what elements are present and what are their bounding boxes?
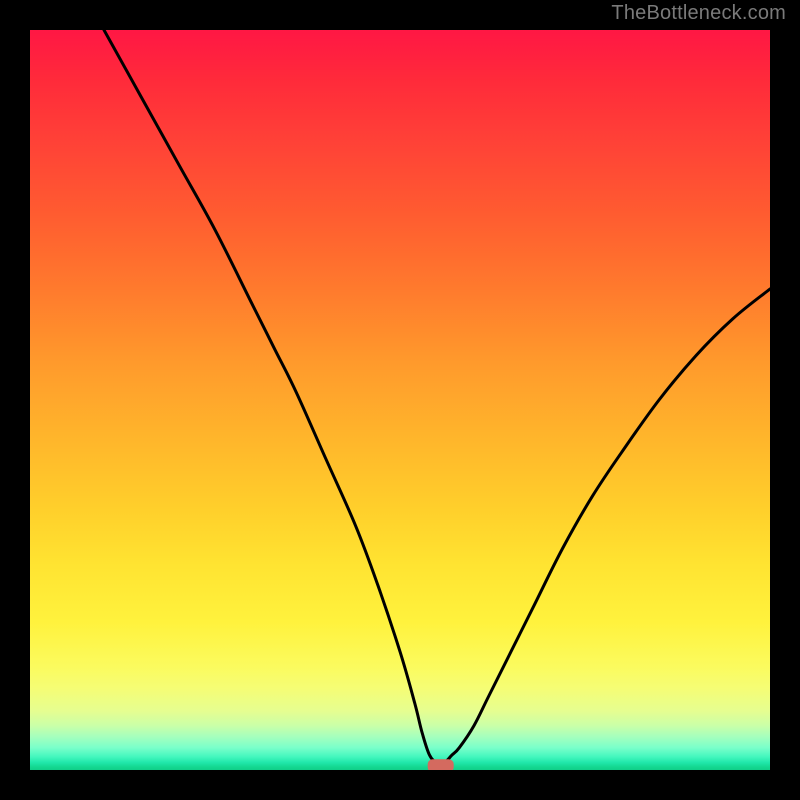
curve-layer [30,30,770,770]
optimal-marker [428,759,454,770]
bottleneck-curve [104,30,770,764]
watermark-text: TheBottleneck.com [611,2,786,25]
plot-area [30,30,770,770]
chart-frame: TheBottleneck.com [0,0,800,800]
